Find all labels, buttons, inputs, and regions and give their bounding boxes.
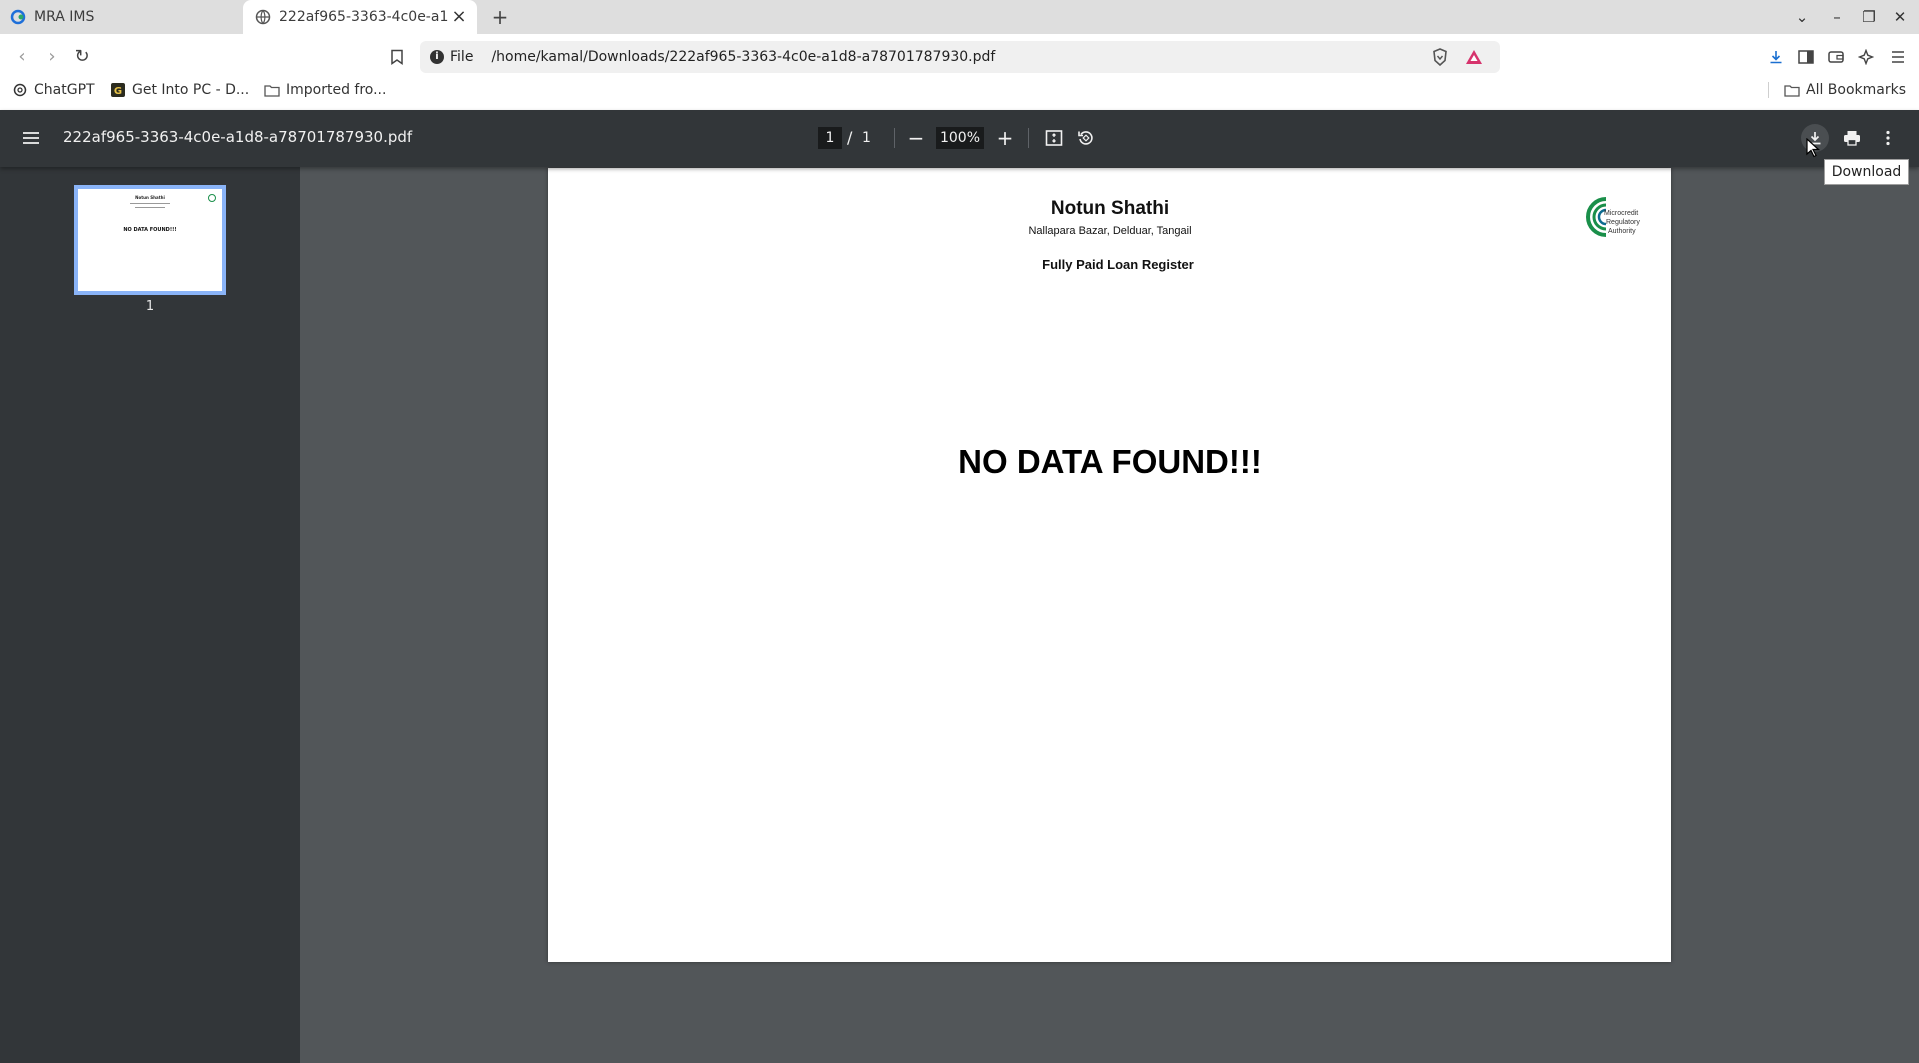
zoom-level-input[interactable]: 100% <box>936 127 984 149</box>
bookmarks-bar: ChatGPT G Get Into PC - D... Imported fr… <box>0 78 1919 102</box>
logo-text-line: Authority <box>1608 228 1636 235</box>
browser-toolbar: ‹ › ↻ i File /home/kamal/Downloads/222af… <box>0 34 1919 110</box>
forward-button[interactable]: › <box>38 43 66 71</box>
tab-pdf-file[interactable]: 222af965-3363-4c0e-a1d × <box>243 0 477 34</box>
tab-mra-ims[interactable]: MRA IMS <box>10 0 240 34</box>
leo-ai-icon[interactable] <box>1853 44 1879 70</box>
tab-title: 222af965-3363-4c0e-a1d <box>279 9 449 25</box>
downloads-icon[interactable] <box>1763 44 1789 70</box>
brave-rewards-icon[interactable] <box>1464 47 1484 67</box>
mouse-cursor-icon <box>1806 137 1821 162</box>
thumbnail-message: NO DATA FOUND!!! <box>123 227 177 233</box>
getintopc-icon: G <box>110 82 126 98</box>
page-number-input[interactable]: 1 <box>818 127 842 149</box>
bookmark-imported-folder[interactable]: Imported fro... <box>264 78 386 102</box>
mra-logo: Microcredit Regulatory Authority <box>1584 195 1650 239</box>
pdf-thumbnail-sidebar: Notun Shathi NO DATA FOUND!!! 1 <box>0 167 300 1063</box>
sidebar-toggle-icon[interactable] <box>1793 44 1819 70</box>
download-tooltip: Download <box>1824 159 1909 185</box>
all-bookmarks-label: All Bookmarks <box>1806 82 1907 98</box>
pdf-toolbar: 222af965-3363-4c0e-a1d8-a78701787930.pdf… <box>0 110 1919 167</box>
pdf-sidebar-menu-icon[interactable] <box>18 126 44 150</box>
new-tab-button[interactable]: + <box>488 5 512 29</box>
bookmark-get-into-pc[interactable]: G Get Into PC - D... <box>110 78 249 102</box>
mra-favicon-icon <box>10 9 26 25</box>
thumbnail-line <box>135 207 165 208</box>
logo-text-line: Microcredit <box>1604 210 1638 217</box>
page-thumbnail[interactable]: Notun Shathi NO DATA FOUND!!! <box>74 185 226 295</box>
page-total: 1 <box>862 130 871 146</box>
thumbnail-page-number: 1 <box>145 299 155 314</box>
bookmark-label: ChatGPT <box>34 82 95 98</box>
bookmark-label: Imported fro... <box>286 82 387 98</box>
folder-icon <box>1784 82 1800 98</box>
thumbnail-logo-icon <box>208 194 216 202</box>
svg-text:G: G <box>114 86 122 97</box>
page-separator: / <box>847 128 853 147</box>
url-text[interactable]: /home/kamal/Downloads/222af965-3363-4c0e… <box>491 49 995 65</box>
bookmark-chatgpt[interactable]: ChatGPT <box>12 78 95 102</box>
folder-icon <box>264 82 280 98</box>
restore-button[interactable]: ❐ <box>1857 5 1881 29</box>
chatgpt-icon <box>12 82 28 98</box>
thumbnail-line <box>130 203 170 204</box>
reload-button[interactable]: ↻ <box>68 43 96 71</box>
back-button[interactable]: ‹ <box>8 43 36 71</box>
tab-strip: MRA IMS 222af965-3363-4c0e-a1d × + ⌄ – ❐… <box>0 0 1919 34</box>
main-menu-icon[interactable] <box>1885 44 1911 70</box>
zoom-out-button[interactable]: − <box>904 126 928 150</box>
bookmark-page-icon[interactable] <box>384 44 410 70</box>
pdf-filename: 222af965-3363-4c0e-a1d8-a78701787930.pdf <box>63 128 413 146</box>
rotate-counterclockwise-icon[interactable] <box>1074 126 1098 150</box>
organization-name: Notun Shathi <box>1050 198 1170 219</box>
tab-close-icon[interactable]: × <box>451 8 467 26</box>
fit-to-page-icon[interactable] <box>1042 126 1066 150</box>
close-window-button[interactable]: ✕ <box>1888 5 1912 29</box>
tab-title: MRA IMS <box>34 9 95 25</box>
no-data-message: NO DATA FOUND!!! <box>958 443 1262 480</box>
globe-icon <box>255 9 271 25</box>
pdf-page: Notun Shathi Nallapara Bazar, Delduar, T… <box>548 168 1671 962</box>
wallet-icon[interactable] <box>1823 44 1849 70</box>
more-actions-icon[interactable] <box>1874 124 1902 152</box>
url-scheme-chip[interactable]: File <box>450 49 473 65</box>
address-bar[interactable]: i File /home/kamal/Downloads/222af965-33… <box>420 41 1500 73</box>
tab-search-chevron-icon[interactable]: ⌄ <box>1790 5 1814 29</box>
bookmarks-separator <box>1768 82 1769 98</box>
site-info-icon[interactable]: i <box>430 50 444 64</box>
toolbar-divider <box>1028 128 1029 148</box>
zoom-in-button[interactable]: + <box>993 126 1017 150</box>
minimize-button[interactable]: – <box>1825 5 1849 29</box>
thumbnail-org: Notun Shathi <box>135 195 165 200</box>
print-button[interactable] <box>1838 124 1866 152</box>
logo-text-line: Regulatory <box>1606 219 1640 226</box>
organization-address: Nallapara Bazar, Delduar, Tangail <box>1028 225 1192 237</box>
toolbar-divider <box>894 128 895 148</box>
report-title: Fully Paid Loan Register <box>1042 257 1194 272</box>
brave-shield-icon[interactable] <box>1430 47 1450 67</box>
all-bookmarks-button[interactable]: All Bookmarks <box>1784 78 1906 102</box>
bookmark-label: Get Into PC - D... <box>132 82 250 98</box>
